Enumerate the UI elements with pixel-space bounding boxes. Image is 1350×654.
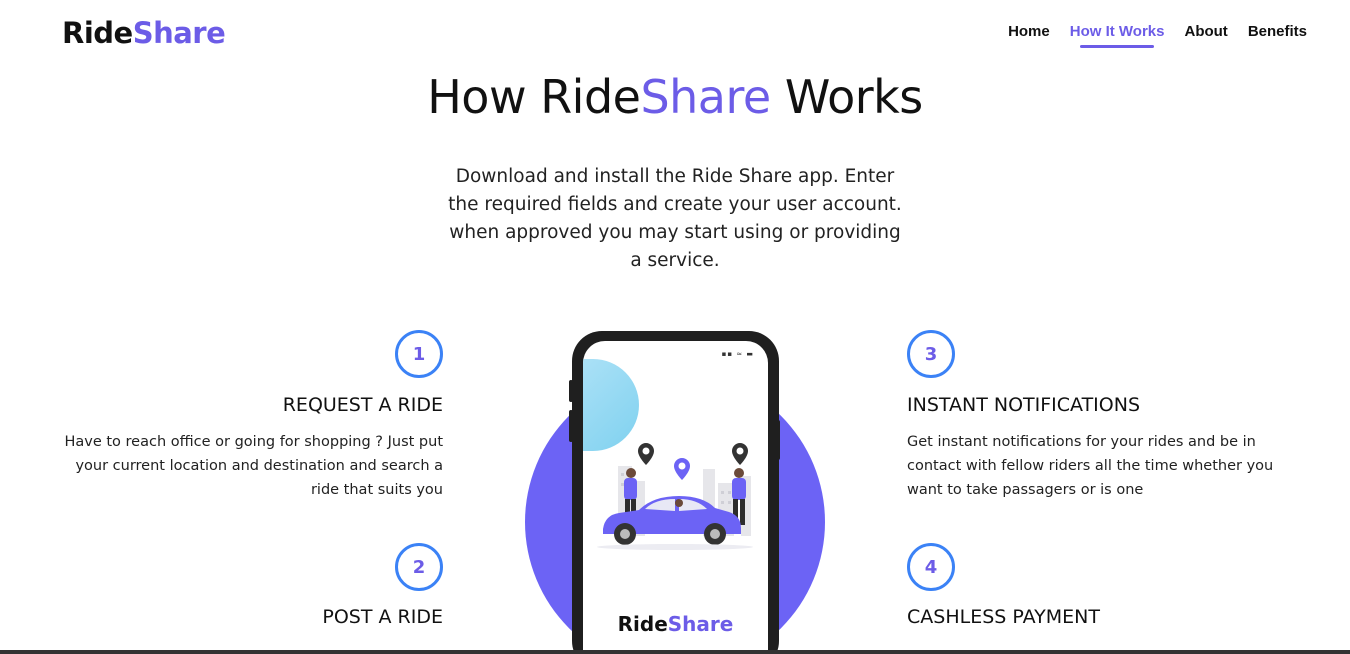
brand-logo[interactable]: RideShare <box>62 16 226 50</box>
step-1-title: REQUEST A RIDE <box>282 394 443 416</box>
logo-text-ride: Ride <box>62 16 133 50</box>
step-4-number-badge: 4 <box>907 543 955 591</box>
step-1-number-badge: 1 <box>395 330 443 378</box>
car-ride-illustration-icon <box>597 443 753 550</box>
phone-screen: ▪▪ ≈ ▬ RideShare <box>583 341 768 654</box>
navbar: RideShare Home How It Works About Benefi… <box>0 0 1350 70</box>
logo-text-share: Share <box>132 16 226 50</box>
page-bottom-border <box>0 650 1350 654</box>
phone-mockup: ▪▪ ≈ ▬ RideShare <box>572 331 779 654</box>
page-title: How RideShare Works <box>0 70 1350 124</box>
nav-link-how-it-works[interactable]: How It Works <box>1070 23 1164 48</box>
step-2-number-badge: 2 <box>395 543 443 591</box>
step-4-title: CASHLESS PAYMENT <box>907 606 1100 628</box>
main-menu: Home How It Works About Benefits <box>1008 23 1307 48</box>
step-1-text: Have to reach office or going for shoppi… <box>64 434 443 498</box>
title-part-works: Works <box>770 70 923 124</box>
phone-app-logo: RideShare <box>583 612 768 636</box>
phone-decorative-blob <box>583 359 639 451</box>
title-part-how-ride: How Ride <box>427 70 641 124</box>
step-3-title: INSTANT NOTIFICATIONS <box>907 394 1141 416</box>
title-part-share: Share <box>640 70 771 124</box>
phone-logo-share: Share <box>667 612 734 636</box>
step-3-number-badge: 3 <box>907 330 955 378</box>
phone-logo-ride: Ride <box>617 612 668 636</box>
nav-link-about[interactable]: About <box>1184 23 1227 40</box>
step-3-text: Get instant notifications for your rides… <box>907 434 1274 498</box>
nav-link-benefits[interactable]: Benefits <box>1248 23 1307 40</box>
intro-description: Download and install the Ride Share app.… <box>448 166 902 271</box>
step-2-title: POST A RIDE <box>322 606 443 628</box>
phone-status-icons: ▪▪ ≈ ▬ <box>721 350 754 358</box>
nav-link-home[interactable]: Home <box>1008 23 1050 40</box>
